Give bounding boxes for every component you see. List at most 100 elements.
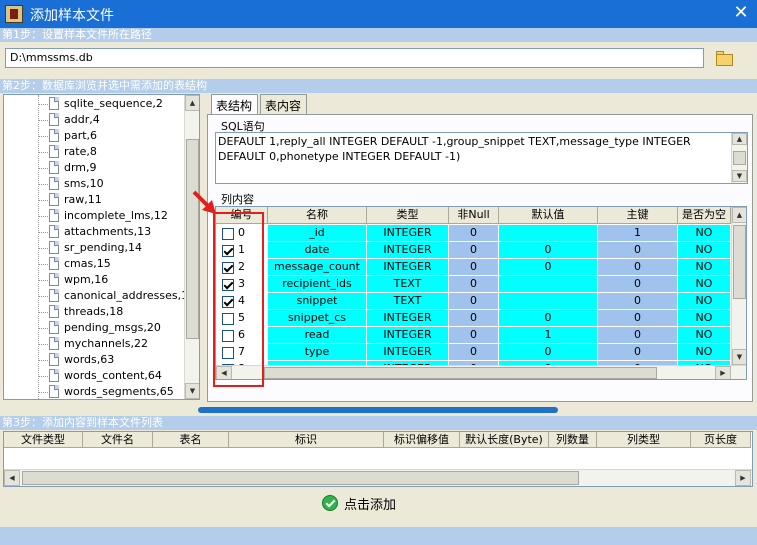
tree-item[interactable]: part,6 [4, 128, 184, 144]
tree-item-label: words,63 [64, 353, 115, 366]
table-doc-icon [49, 321, 59, 334]
tree-item[interactable]: addr,4 [4, 112, 184, 128]
tree-item[interactable]: canonical_addresses,17 [4, 288, 195, 304]
grid-column-header[interactable]: 非Null [449, 207, 499, 224]
grid-cell-type: INTEGER [367, 225, 449, 242]
grid-cell-pk: 0 [598, 276, 678, 293]
tree-item[interactable]: attachments,13 [4, 224, 184, 240]
tree-item[interactable]: words_segments,65 [4, 384, 184, 399]
sql-scrollbar[interactable]: ▲ ▼ [731, 133, 747, 183]
tree-branch-line [38, 344, 48, 345]
list-column-header[interactable]: 标识偏移值 [384, 432, 460, 448]
list-column-header[interactable]: 文件类型 [4, 432, 83, 448]
grid-cell-type: TEXT [367, 276, 449, 293]
add-sample-file-window: 添加样本文件 ✕ 第1步：设置样本文件所在路径 D:\mmssms.db 第2步… [0, 0, 757, 545]
tree-scrollbar[interactable]: ▲ ▼ [184, 95, 199, 399]
grid-cell-name: _id [268, 225, 367, 242]
tree-branch-line [38, 104, 48, 105]
grid-cell-default [499, 225, 598, 242]
tree-item[interactable]: sms,10 [4, 176, 184, 192]
tree-item[interactable]: threads,18 [4, 304, 184, 320]
scroll-up-button[interactable]: ▲ [732, 133, 747, 145]
tree-item[interactable]: words,63 [4, 352, 184, 368]
tab-structure[interactable]: 表结构 [211, 94, 258, 115]
tree-branch-line [38, 248, 48, 249]
check-circle-icon [322, 495, 338, 511]
grid-column-header[interactable]: 名称 [268, 207, 367, 224]
scroll-down-button[interactable]: ▼ [732, 349, 746, 365]
tree-item[interactable]: incomplete_lms,12 [4, 208, 184, 224]
tree-item-label: cmas,15 [64, 257, 111, 270]
title-bar: 添加样本文件 ✕ [0, 0, 757, 28]
scroll-left-button[interactable]: ◀ [4, 470, 20, 486]
add-button-label: 点击添加 [344, 498, 397, 513]
tree-item[interactable]: sr_pending,14 [4, 240, 184, 256]
browse-folder-button[interactable] [713, 47, 737, 69]
grid-cell-nullable: NO [678, 310, 731, 327]
scroll-down-button[interactable]: ▼ [732, 170, 747, 182]
list-hscrollbar[interactable]: ◀ ▶ [4, 469, 752, 486]
grid-cell-type: INTEGER [367, 344, 449, 361]
tree-item[interactable]: raw,11 [4, 192, 184, 208]
scroll-thumb[interactable] [22, 471, 579, 485]
grid-cell-notnull: 0 [449, 276, 499, 293]
table-doc-icon [49, 353, 59, 366]
tree-item[interactable]: words_content,64 [4, 368, 184, 384]
tree-item-label: part,6 [64, 129, 98, 142]
grid-cell-pk: 0 [598, 293, 678, 310]
grid-column-header[interactable]: 主键 [598, 207, 678, 224]
grid-cell-default: 0 [499, 259, 598, 276]
tree-item[interactable]: mychannels,22 [4, 336, 184, 352]
grid-vscrollbar[interactable]: ▲ ▼ [731, 207, 746, 365]
tree-item-label: raw,11 [64, 193, 102, 206]
grid-cell-notnull: 0 [449, 344, 499, 361]
grid-column-header[interactable]: 默认值 [499, 207, 598, 224]
path-input[interactable]: D:\mmssms.db [5, 48, 704, 68]
grid-column-header[interactable]: 是否为空 [678, 207, 731, 224]
tree-item[interactable]: rate,8 [4, 144, 184, 160]
tree-item[interactable]: wpm,16 [4, 272, 184, 288]
grid-cell-name: snippet [268, 293, 367, 310]
list-column-header[interactable]: 页长度 [691, 432, 751, 448]
scroll-thumb[interactable] [733, 151, 746, 165]
scroll-up-button[interactable]: ▲ [732, 207, 746, 223]
tree-item-label: pending_msgs,20 [64, 321, 161, 334]
list-column-header[interactable]: 默认长度(Byte) [460, 432, 549, 448]
tree-branch-line [38, 136, 48, 137]
step2-label: 第2步：数据库浏览并选中需添加的表结构 [0, 79, 757, 93]
list-column-header[interactable]: 列数量 [549, 432, 597, 448]
table-doc-icon [49, 257, 59, 270]
tree-item-label: sms,10 [64, 177, 104, 190]
grid-column-header[interactable]: 类型 [367, 207, 449, 224]
list-column-header[interactable]: 列类型 [597, 432, 691, 448]
grid-hscrollbar[interactable]: ◀ ▶ [216, 365, 746, 379]
scroll-up-button[interactable]: ▲ [185, 95, 199, 111]
scroll-thumb[interactable] [264, 367, 657, 379]
grid-cell-default: 0 [499, 242, 598, 259]
scroll-down-button[interactable]: ▼ [185, 383, 199, 399]
list-column-header[interactable]: 文件名 [83, 432, 153, 448]
grid-cell-nullable: NO [678, 327, 731, 344]
grid-cell-nullable: NO [678, 242, 731, 259]
scroll-thumb[interactable] [186, 139, 199, 339]
tree-branch-line [38, 120, 48, 121]
grid-cell-notnull: 0 [449, 293, 499, 310]
close-button[interactable]: ✕ [731, 3, 751, 23]
list-column-header[interactable]: 表名 [153, 432, 229, 448]
tree-item[interactable]: pending_msgs,20 [4, 320, 184, 336]
folder-icon [716, 54, 733, 66]
tree-item[interactable]: sqlite_sequence,2 [4, 96, 184, 112]
list-column-header[interactable]: 标识 [229, 432, 384, 448]
grid-cell-name: message_count [268, 259, 367, 276]
grid-cell-nullable: NO [678, 344, 731, 361]
scroll-right-button[interactable]: ▶ [715, 366, 731, 379]
grid-cell-pk: 1 [598, 225, 678, 242]
tree-branch-line [38, 184, 48, 185]
tree-item[interactable]: cmas,15 [4, 256, 184, 272]
grid-cell-pk: 0 [598, 310, 678, 327]
tree-item[interactable]: drm,9 [4, 160, 184, 176]
scroll-thumb[interactable] [733, 225, 746, 299]
sql-textbox[interactable]: DEFAULT 1,reply_all INTEGER DEFAULT -1,g… [215, 132, 748, 184]
tab-content[interactable]: 表内容 [260, 94, 307, 114]
scroll-right-button[interactable]: ▶ [735, 470, 751, 486]
